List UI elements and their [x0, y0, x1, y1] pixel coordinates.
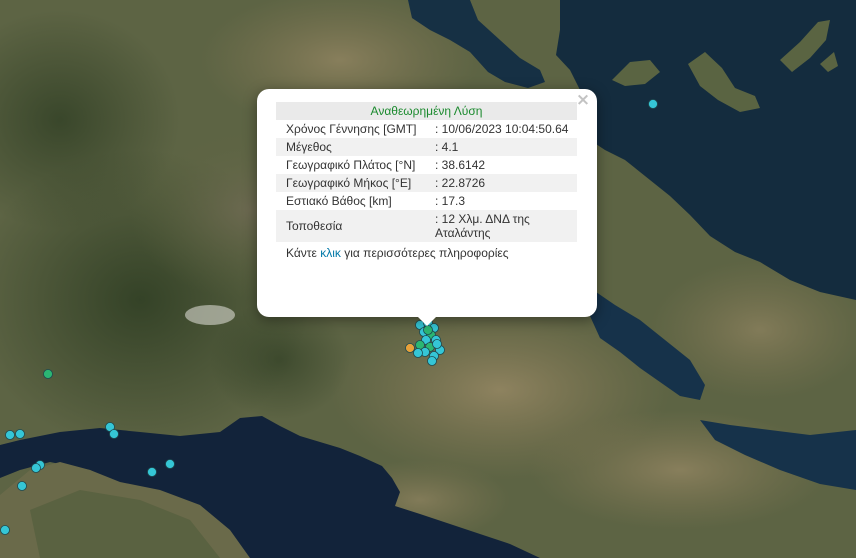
- row-location: Τοποθεσία : 12 Χλμ. ΔΝΔ της Αταλάντης: [276, 210, 577, 242]
- row-longitude: Γεωγραφικό Μήκος [°E] : 22.8726: [276, 174, 577, 192]
- earthquake-marker[interactable]: [165, 459, 175, 469]
- earthquake-marker[interactable]: [427, 356, 437, 366]
- more-info-text: Κάντε κλικ για περισσότερες πληροφορίες: [276, 242, 577, 262]
- earthquake-marker[interactable]: [43, 369, 53, 379]
- magnitude-label: Μέγεθος: [276, 138, 425, 156]
- row-origin-time: Χρόνος Γέννησης [GMT] : 10/06/2023 10:04…: [276, 120, 577, 138]
- close-icon[interactable]: ×: [575, 91, 591, 109]
- row-depth: Εστιακό Βάθος [km] : 17.3: [276, 192, 577, 210]
- origin-time-value: : 10/06/2023 10:04:50.64: [435, 122, 569, 136]
- more-info-prefix: Κάντε: [286, 246, 321, 260]
- earthquake-marker[interactable]: [413, 348, 423, 358]
- depth-label: Εστιακό Βάθος [km]: [286, 194, 392, 208]
- origin-time-label: Χρόνος Γέννησης [GMT]: [286, 122, 417, 136]
- event-details-table: Αναθεωρημένη Λύση Χρόνος Γέννησης [GMT] …: [276, 102, 577, 262]
- earthquake-marker[interactable]: [31, 463, 41, 473]
- magnitude-value: : 4.1: [425, 138, 577, 156]
- event-popup: × Αναθεωρημένη Λύση Χρόνος Γέννησης [GMT…: [257, 89, 597, 317]
- depth-value: : 17.3: [435, 194, 466, 208]
- row-latitude: Γεωγραφικό Πλάτος [°N] : 38.6142: [276, 156, 577, 174]
- more-info-link[interactable]: κλικ: [320, 246, 341, 260]
- row-magnitude: Μέγεθος : 4.1: [276, 138, 577, 156]
- earthquake-marker[interactable]: [109, 429, 119, 439]
- longitude-value: : 22.8726: [425, 174, 577, 192]
- earthquake-marker[interactable]: [5, 430, 15, 440]
- earthquake-marker[interactable]: [15, 429, 25, 439]
- earthquake-marker[interactable]: [17, 481, 27, 491]
- earthquake-marker[interactable]: [0, 525, 10, 535]
- earthquake-marker[interactable]: [147, 467, 157, 477]
- earthquake-marker[interactable]: [432, 339, 442, 349]
- location-value: : 12 Χλμ. ΔΝΔ της Αταλάντης: [425, 210, 577, 242]
- popup-pointer: [417, 316, 437, 326]
- latitude-value: : 38.6142: [435, 158, 486, 172]
- earthquake-marker[interactable]: [423, 325, 433, 335]
- longitude-label: Γεωγραφικό Μήκος [°E]: [276, 174, 425, 192]
- earthquake-marker[interactable]: [405, 343, 415, 353]
- location-label: Τοποθεσία: [276, 210, 425, 242]
- popup-title: Αναθεωρημένη Λύση: [276, 102, 577, 120]
- earthquake-marker[interactable]: [648, 99, 658, 109]
- row-more-info: Κάντε κλικ για περισσότερες πληροφορίες: [276, 242, 577, 262]
- latitude-label: Γεωγραφικό Πλάτος [°N]: [286, 158, 416, 172]
- popup-title-row: Αναθεωρημένη Λύση: [276, 102, 577, 120]
- more-info-suffix: για περισσότερες πληροφορίες: [340, 246, 509, 260]
